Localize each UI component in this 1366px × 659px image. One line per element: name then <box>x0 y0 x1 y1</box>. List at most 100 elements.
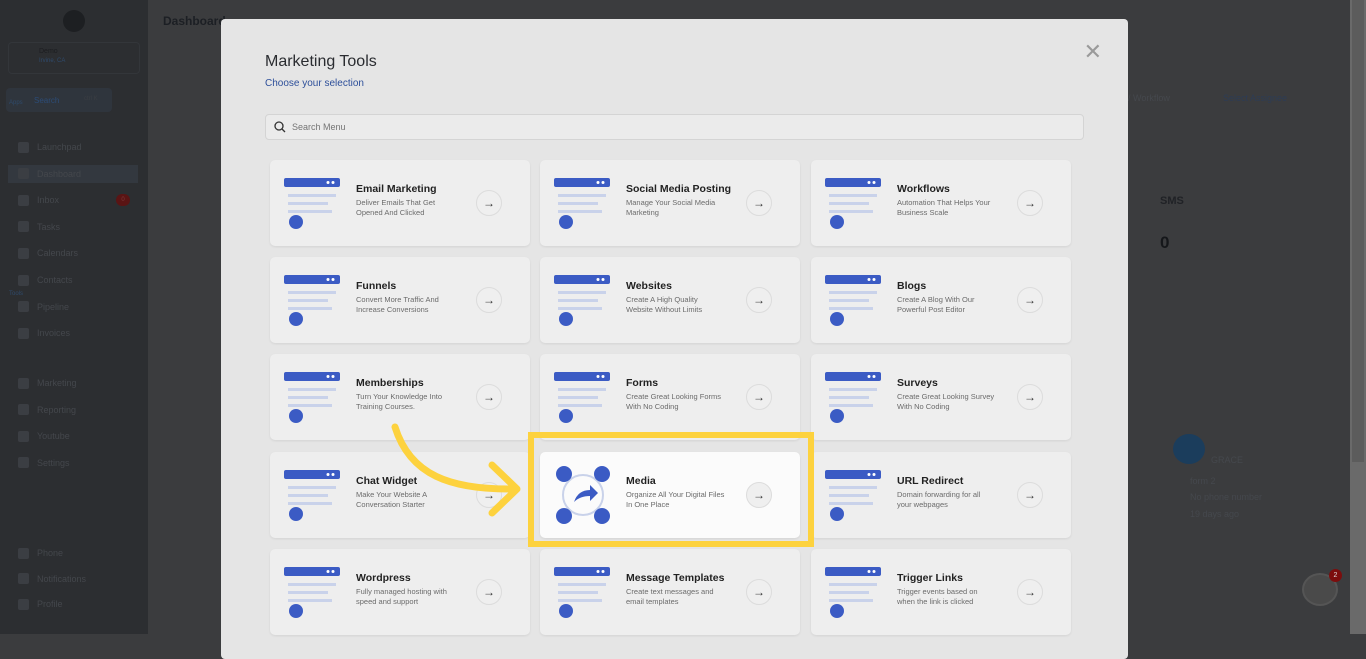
tool-description: Create text messages and email templates <box>626 587 714 606</box>
tool-card-chat-widget[interactable]: Chat Widget Make Your Website A Conversat… <box>270 452 530 538</box>
account-switcher[interactable]: Demo Irvine, CA <box>8 42 140 74</box>
sidebar-item-marketing[interactable]: Marketing <box>18 374 77 392</box>
assignee-filter[interactable]: Select Assignee <box>1223 93 1287 103</box>
search-input[interactable] <box>292 122 992 132</box>
sidebar: Demo Irvine, CA Search ctrl K Apps Launch… <box>0 0 148 634</box>
search-icon <box>274 121 286 133</box>
sidebar-item-inbox[interactable]: Inbox <box>18 191 59 209</box>
sidebar-item-invoices[interactable]: Invoices <box>18 324 70 342</box>
tool-title: Surveys <box>897 377 938 389</box>
tool-card-url-redirect[interactable]: URL Redirect Domain forwarding for all yo… <box>811 452 1071 538</box>
sms-label: SMS <box>1160 195 1184 207</box>
tool-card-social-media-posting[interactable]: Social Media Posting Manage Your Social M… <box>540 160 800 246</box>
tool-title: Media <box>626 475 656 487</box>
tool-description: Organize All Your Digital Files In One P… <box>626 490 725 509</box>
arrow-right-icon[interactable]: → <box>476 482 502 508</box>
dashboard-right: / Workflow Select Assignee SMS 0 GRACE f… <box>1128 0 1350 634</box>
tool-description: Create A High Quality Website Without Li… <box>626 295 703 314</box>
tool-card-forms[interactable]: Forms Create Great Looking Forms With No … <box>540 354 800 440</box>
sidebar-item-label: Profile <box>37 599 63 609</box>
youtube-icon <box>18 430 29 442</box>
sidebar-item-label: Youtube <box>37 431 70 442</box>
message-templates-icon <box>552 561 614 623</box>
sidebar-item-settings[interactable]: Settings <box>18 454 70 472</box>
dashboard-icon <box>18 168 29 180</box>
tool-card-wordpress[interactable]: Wordpress Fully managed hosting with spee… <box>270 549 530 635</box>
arrow-right-icon[interactable]: → <box>746 482 772 508</box>
sidebar-item-tasks[interactable]: Tasks <box>18 218 60 236</box>
tool-card-blogs[interactable]: Blogs Create A Blog With Our Powerful Pos… <box>811 257 1071 343</box>
scrollbar[interactable] <box>1350 0 1366 634</box>
sidebar-item-label: Invoices <box>37 328 71 339</box>
sidebar-item-notifications[interactable]: Notifications <box>18 570 86 588</box>
sidebar-item-calendars[interactable]: Calendars <box>18 244 78 262</box>
invoices-icon <box>18 327 29 339</box>
sidebar-item-phone[interactable]: Phone <box>18 544 63 562</box>
tool-card-trigger-links[interactable]: Trigger Links Trigger events based on whe… <box>811 549 1071 635</box>
tool-title: Blogs <box>897 280 927 292</box>
arrow-right-icon[interactable]: → <box>1017 190 1043 216</box>
tool-card-media[interactable]: Media Organize All Your Digital Files In … <box>540 452 800 538</box>
chat-launcher-button[interactable]: 2 <box>1302 569 1342 606</box>
tool-description: Create A Blog With Our Powerful Post Edi… <box>897 295 975 314</box>
tool-card-surveys[interactable]: Surveys Create Great Looking Survey With … <box>811 354 1071 440</box>
sidebar-item-label: Pipeline <box>37 301 70 312</box>
arrow-right-icon[interactable]: → <box>1017 384 1043 410</box>
sms-value: 0 <box>1160 233 1170 252</box>
arrow-right-icon[interactable]: → <box>746 287 772 313</box>
profile-icon <box>18 598 29 610</box>
arrow-right-icon[interactable]: → <box>476 384 502 410</box>
tool-card-message-templates[interactable]: Message Templates Create text messages an… <box>540 549 800 635</box>
workflow-filter[interactable]: / Workflow <box>1128 93 1170 103</box>
account-location: Irvine, CA <box>39 58 66 64</box>
sidebar-item-pipeline[interactable]: Pipeline <box>18 298 69 316</box>
inbox-badge: 0 <box>116 194 130 207</box>
contact-phone: No phone number <box>1190 492 1263 502</box>
arrow-right-icon[interactable]: → <box>476 287 502 313</box>
tool-card-email-marketing[interactable]: Email Marketing Deliver Emails That Get O… <box>270 160 530 246</box>
contact-name: GRACE <box>1211 455 1244 465</box>
tool-description: Fully managed hosting with speed and sup… <box>356 587 447 606</box>
arrow-right-icon[interactable]: → <box>746 384 772 410</box>
tool-title: Workflows <box>897 183 950 195</box>
contact-form: form 2 <box>1190 476 1216 486</box>
launchpad-icon <box>18 141 29 153</box>
arrow-right-icon[interactable]: → <box>1017 579 1043 605</box>
tool-card-memberships[interactable]: Memberships Turn Your Knowledge Into Trai… <box>270 354 530 440</box>
search-menu[interactable] <box>265 114 1084 140</box>
surveys-icon <box>823 366 885 428</box>
tool-description: Deliver Emails That Get Opened And Click… <box>356 198 436 217</box>
marketing-icon <box>18 377 29 389</box>
website-icon <box>552 269 614 331</box>
logo <box>63 10 85 32</box>
notifications-icon <box>18 573 29 584</box>
sidebar-item-dashboard[interactable]: Dashboard <box>8 164 138 183</box>
sidebar-item-launchpad[interactable]: Launchpad <box>18 138 82 156</box>
avatar <box>1173 434 1205 464</box>
tool-title: Social Media Posting <box>626 183 732 195</box>
tool-description: Create Great Looking Survey With No Codi… <box>897 392 995 411</box>
tool-description: Manage Your Social Media Marketing <box>626 198 716 217</box>
pipeline-icon <box>18 301 29 313</box>
tool-card-workflows[interactable]: Workflows Automation That Helps Your Busi… <box>811 160 1071 246</box>
sidebar-item-label: Dashboard <box>37 168 82 179</box>
tool-description: Domain forwarding for all your webpages <box>897 490 981 509</box>
tasks-icon <box>18 221 29 233</box>
tool-card-websites[interactable]: Websites Create A High Quality Website Wi… <box>540 257 800 343</box>
arrow-right-icon[interactable]: → <box>746 190 772 216</box>
sidebar-item-reporting[interactable]: Reporting <box>18 401 76 419</box>
close-icon[interactable]: ✕ <box>1084 39 1102 65</box>
sidebar-item-profile[interactable]: Profile <box>18 595 63 613</box>
arrow-right-icon[interactable]: → <box>476 190 502 216</box>
sidebar-item-contacts[interactable]: Contacts <box>18 271 73 289</box>
tool-card-funnels[interactable]: Funnels Convert More Traffic And Increase… <box>270 257 530 343</box>
arrow-right-icon[interactable]: → <box>1017 482 1043 508</box>
tool-description: Turn Your Knowledge Into Training Course… <box>356 392 443 411</box>
sidebar-item-youtube[interactable]: Youtube <box>18 427 70 445</box>
tool-title: Websites <box>626 280 672 292</box>
blog-pencil-icon <box>823 269 885 331</box>
arrow-right-icon[interactable]: → <box>476 579 502 605</box>
arrow-right-icon[interactable]: → <box>746 579 772 605</box>
arrow-right-icon[interactable]: → <box>1017 287 1043 313</box>
forms-icon <box>552 366 614 428</box>
